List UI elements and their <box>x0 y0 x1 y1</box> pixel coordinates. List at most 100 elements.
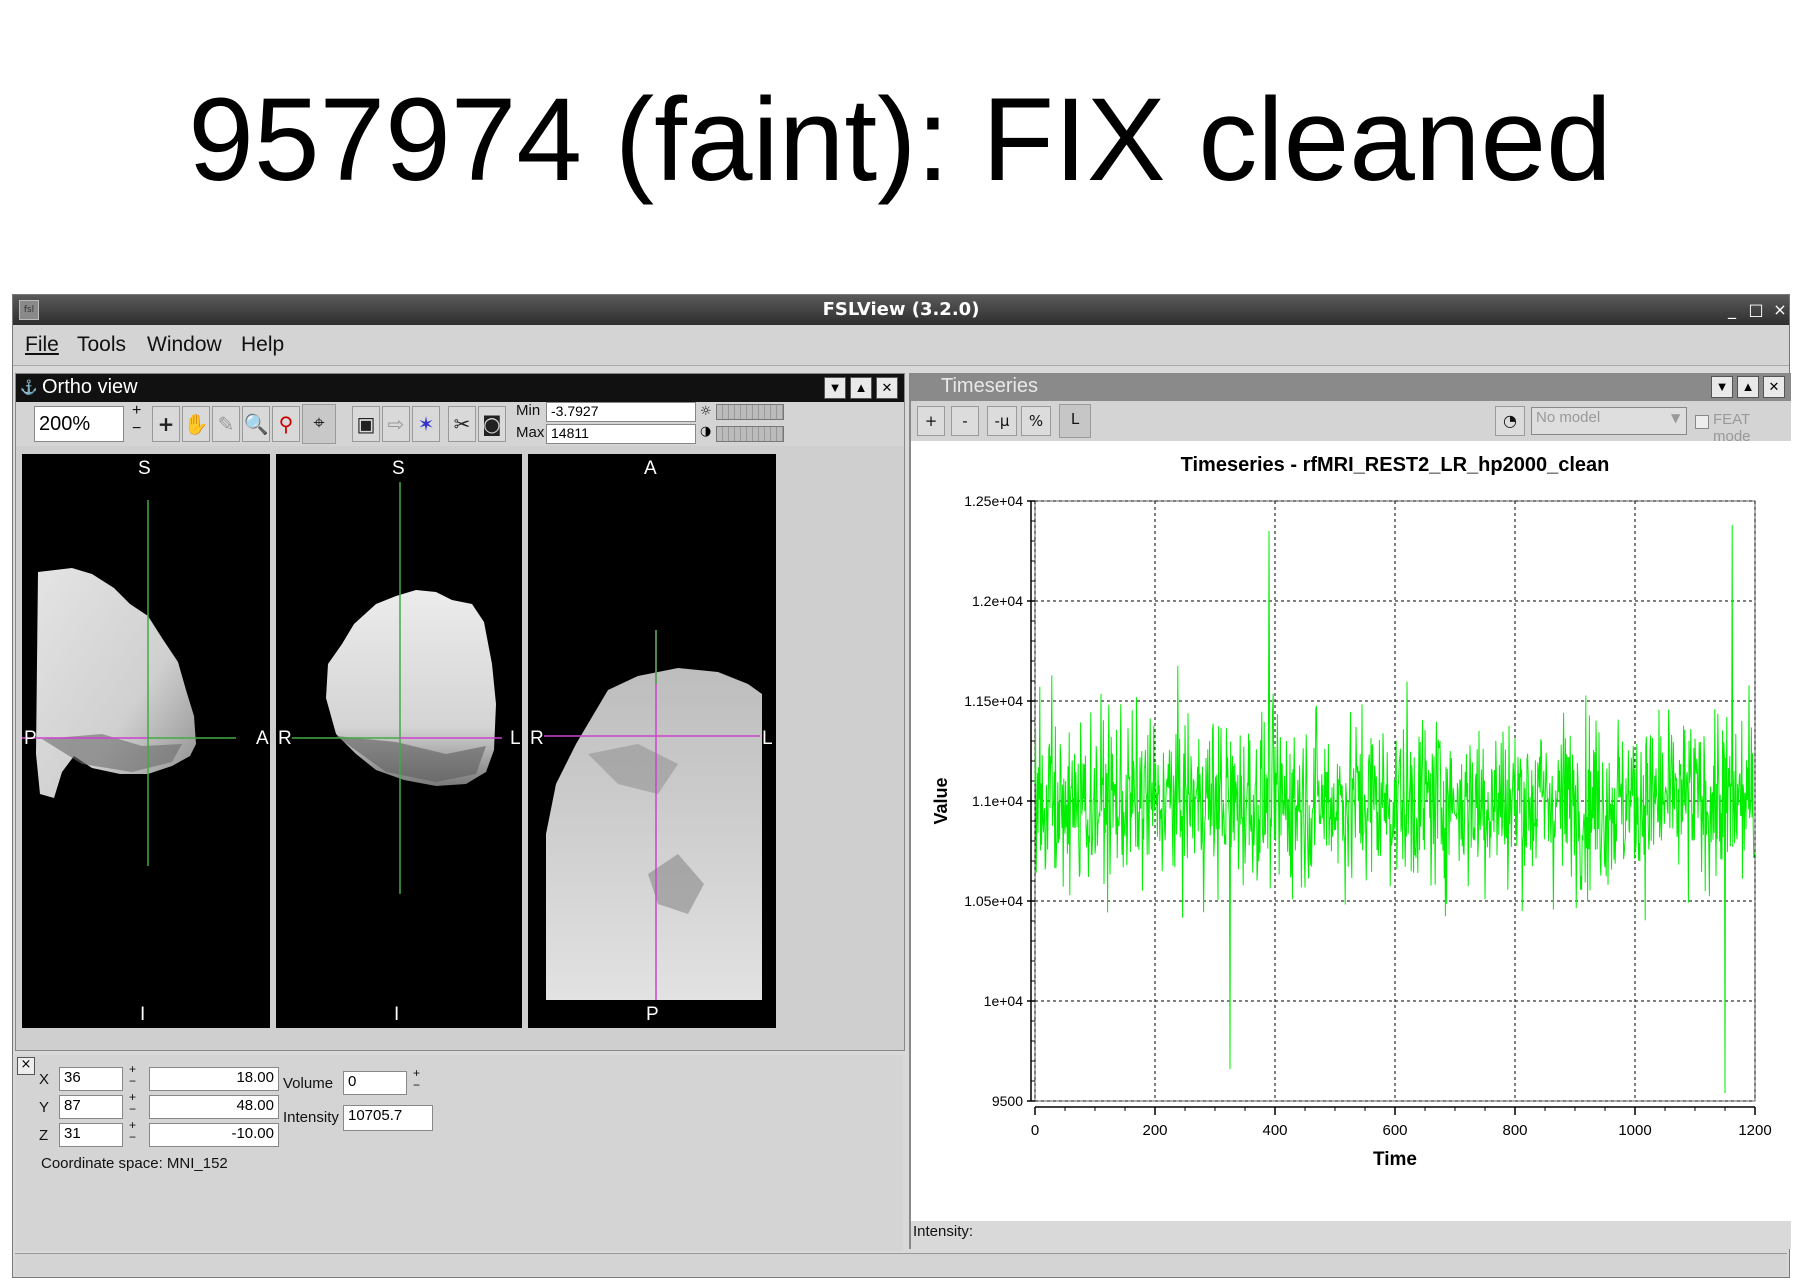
menu-tools[interactable]: Tools <box>77 333 126 357</box>
ts-zoom-out-button[interactable]: - <box>951 406 979 436</box>
ts-demean-button[interactable]: -μ <box>987 406 1017 436</box>
y-mm-field[interactable]: 48.00 <box>149 1095 279 1119</box>
menu-file[interactable]: File <box>25 333 59 357</box>
y-tick-label: 1.05e+04 <box>964 893 1023 909</box>
fill-icon[interactable]: ⇨ <box>382 406 410 442</box>
y-voxel-field[interactable]: 87 <box>59 1095 123 1119</box>
slide-title: 957974 (faint): FIX cleaned <box>188 74 1612 206</box>
y-stepper[interactable]: + − <box>129 1091 136 1115</box>
volume-field[interactable]: 0 <box>343 1071 407 1095</box>
intensity-field[interactable]: 10705.7 <box>343 1105 433 1131</box>
ts-axis-button[interactable]: L <box>1059 404 1091 438</box>
y-tick-label: 1e+04 <box>984 993 1024 1009</box>
timeseries-panel: Timeseries ▼ ▲ ✕ + - -μ % L ◔ No model ▼… <box>909 373 1791 1249</box>
panel-menu-button[interactable]: ▼ <box>824 377 846 399</box>
y-label: Y <box>39 1099 50 1116</box>
camera-icon[interactable]: ◙ <box>478 406 506 442</box>
pencil-icon[interactable]: ✎ <box>212 406 240 442</box>
contrast-slider[interactable] <box>716 426 784 442</box>
ortho-view-panel: ⚓ Ortho view ▼ ▲ ✕ 200% + − + ✋ ✎ 🔍 ⚲ ⌖ … <box>15 373 905 1051</box>
minimize-button[interactable]: _ <box>1721 299 1743 321</box>
z-mm-field[interactable]: -10.00 <box>149 1123 279 1147</box>
zoom-decrease[interactable]: − <box>132 420 141 438</box>
orient-left: R <box>530 728 544 749</box>
ortho-view-header[interactable]: ⚓ Ortho view ▼ ▲ ✕ <box>16 374 904 402</box>
max-label: Max <box>516 424 545 441</box>
y-tick-label: 1.2e+04 <box>972 593 1023 609</box>
brightness-icon: ☼ <box>700 404 712 419</box>
y-tick-label: 1.15e+04 <box>964 693 1023 709</box>
axial-brain-slice <box>544 630 762 1000</box>
maximize-button[interactable]: □ <box>1745 299 1767 321</box>
orient-right: A <box>256 728 269 749</box>
coord-close-button[interactable]: × <box>17 1057 35 1075</box>
sagittal-view[interactable]: S I P A <box>22 454 270 1028</box>
brightness-slider[interactable] <box>716 404 784 420</box>
zoom-magnifier-icon[interactable]: 🔍 <box>242 406 270 442</box>
zoom-region-icon[interactable]: ⚲ <box>272 406 300 442</box>
x-tick-label: 1200 <box>1738 1122 1771 1139</box>
ts-percent-button[interactable]: % <box>1021 406 1051 436</box>
fslview-window: fsl FSLView (3.2.0) _ □ × File Tools Win… <box>12 294 1791 1278</box>
volume-stepper[interactable]: + − <box>413 1067 420 1091</box>
orient-left: P <box>24 728 37 749</box>
x-axis-label: Time <box>1373 1149 1417 1170</box>
x-label: X <box>39 1071 50 1088</box>
orient-bottom: I <box>140 1004 146 1025</box>
orient-top: S <box>138 458 151 479</box>
label-icon[interactable]: ✶ <box>412 406 440 442</box>
coronal-view[interactable]: S I R L <box>276 454 522 1028</box>
z-voxel-field[interactable]: 31 <box>59 1123 123 1147</box>
ts-panel-menu-button[interactable]: ▼ <box>1711 376 1733 398</box>
orient-top: A <box>644 458 657 479</box>
cursor-tool-icon[interactable]: + <box>152 406 180 442</box>
panel-close-button[interactable]: ✕ <box>876 377 898 399</box>
intensity-readout: Intensity: <box>913 1223 974 1240</box>
sagittal-brain-slice <box>22 500 236 866</box>
x-stepper[interactable]: + − <box>129 1063 136 1087</box>
timeseries-plot-area[interactable]: Timeseries - rfMRI_REST2_LR_hp2000_clean… <box>911 441 1791 1221</box>
ts-zoom-in-button[interactable]: + <box>917 406 945 436</box>
menu-help[interactable]: Help <box>241 333 284 357</box>
ts-panel-float-button[interactable]: ▲ <box>1737 376 1759 398</box>
window-titlebar[interactable]: fsl FSLView (3.2.0) _ □ × <box>13 295 1789 325</box>
model-tool-icon[interactable]: ◔ <box>1495 406 1525 436</box>
z-stepper[interactable]: + − <box>129 1119 136 1143</box>
zoom-increase[interactable]: + <box>132 402 141 420</box>
volume-label: Volume <box>283 1075 334 1092</box>
y-tick-label: 9500 <box>992 1093 1023 1109</box>
x-tick-label: 600 <box>1382 1122 1407 1139</box>
x-voxel-field[interactable]: 36 <box>59 1067 123 1091</box>
ortho-view-title: Ortho view <box>42 376 138 398</box>
panel-float-button[interactable]: ▲ <box>850 377 872 399</box>
orient-bottom: I <box>394 1004 400 1025</box>
axial-view[interactable]: A P R L <box>528 454 776 1028</box>
status-bar <box>15 1253 1787 1276</box>
feat-mode-label: FEAT mode <box>1713 411 1751 445</box>
contrast-icon: ◑ <box>700 424 712 439</box>
x-mm-field[interactable]: 18.00 <box>149 1067 279 1091</box>
y-tick-label: 1.1e+04 <box>972 793 1023 809</box>
chart-title: Timeseries - rfMRI_REST2_LR_hp2000_clean <box>1181 454 1610 476</box>
menu-bar: File Tools Window Help <box>13 325 1789 366</box>
crosshair-icon[interactable]: ⌖ <box>302 404 336 444</box>
close-window-button[interactable]: × <box>1769 299 1791 321</box>
model-select-arrow-icon: ▼ <box>1671 411 1681 425</box>
x-tick-label: 800 <box>1502 1122 1527 1139</box>
min-field[interactable]: -3.7927 <box>546 402 696 422</box>
orient-bottom: P <box>646 1004 659 1025</box>
model-select[interactable]: No model <box>1531 407 1687 435</box>
coronal-brain-slice <box>292 482 502 894</box>
timeseries-header[interactable]: Timeseries ▼ ▲ ✕ <box>911 373 1791 401</box>
min-label: Min <box>516 402 541 419</box>
pan-hand-icon[interactable]: ✋ <box>182 406 210 442</box>
zoom-field[interactable]: 200% <box>34 406 124 442</box>
orient-top: S <box>392 458 405 479</box>
menu-window[interactable]: Window <box>147 333 222 357</box>
ts-panel-close-button[interactable]: ✕ <box>1763 376 1785 398</box>
max-field[interactable]: 14811 <box>546 424 696 444</box>
x-tick-label: 0 <box>1031 1122 1039 1139</box>
cut-icon[interactable]: ✂ <box>448 406 476 442</box>
movie-icon[interactable]: ▣ <box>352 406 380 442</box>
feat-mode-checkbox[interactable] <box>1695 415 1709 429</box>
